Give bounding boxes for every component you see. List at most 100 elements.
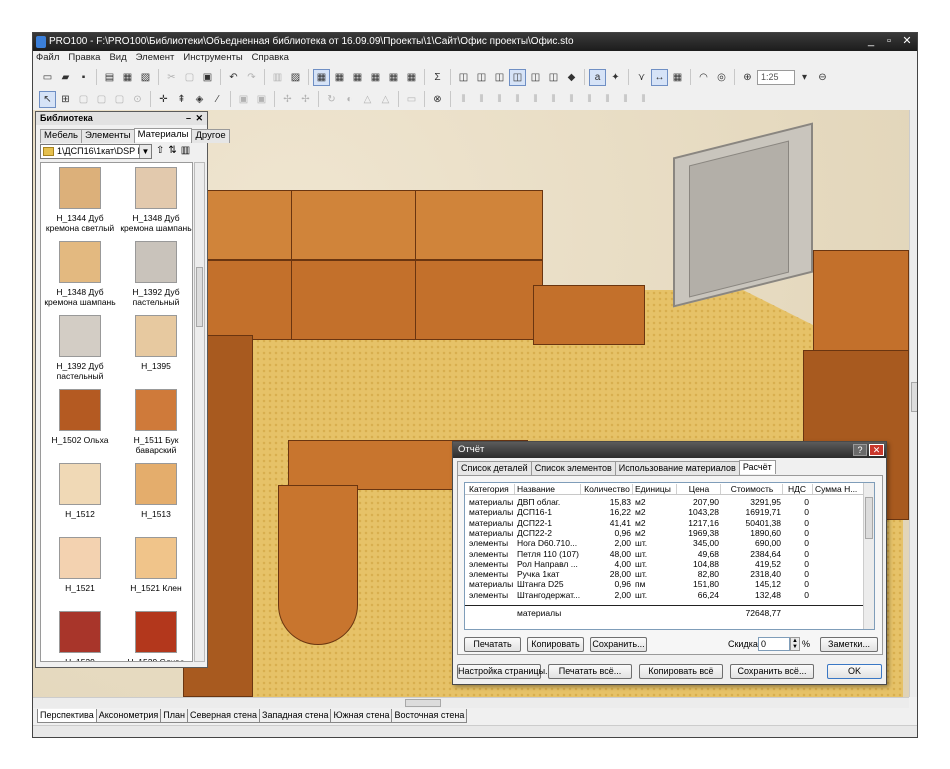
- column-header[interactable]: Сумма Н...: [815, 483, 859, 495]
- align-6-icon[interactable]: ⫴: [545, 91, 562, 108]
- align-9-icon[interactable]: ⫴: [599, 91, 616, 108]
- labels-icon[interactable]: a: [589, 68, 606, 86]
- tab-materials-usage[interactable]: Использование материалов: [614, 461, 740, 475]
- table-scrollbar[interactable]: [863, 483, 874, 629]
- tab-elements[interactable]: Элементы: [81, 129, 135, 143]
- material-item[interactable]: H_1529 Слива: [119, 611, 192, 661]
- light-bulb-icon[interactable]: ✦: [607, 69, 624, 86]
- tab-perspective[interactable]: Перспектива: [37, 709, 97, 723]
- material-item[interactable]: H_1513: [119, 463, 192, 519]
- render-2-icon[interactable]: ◫: [473, 69, 490, 86]
- new-file-icon[interactable]: ▭: [39, 69, 56, 86]
- restore-button[interactable]: ▫: [881, 34, 897, 49]
- material-item[interactable]: H_1392 Дуб пастельный: [43, 315, 117, 381]
- material-item[interactable]: H_1502 Ольха: [43, 389, 117, 445]
- library-pin-button[interactable]: –: [186, 112, 191, 125]
- dimension-icon[interactable]: ↔: [651, 68, 668, 86]
- material-item[interactable]: H_1395: [119, 315, 192, 371]
- align-5-icon[interactable]: ⫴: [527, 91, 544, 108]
- paint-icon[interactable]: ◈: [191, 91, 208, 108]
- align-3-icon[interactable]: ⫴: [491, 91, 508, 108]
- align-11-icon[interactable]: ⫴: [635, 91, 652, 108]
- render-6-icon[interactable]: ◫: [545, 69, 562, 86]
- tool-13-icon[interactable]: ✢: [279, 91, 296, 108]
- material-item[interactable]: H_1348 Дуб кремона шампань: [119, 167, 192, 233]
- move-icon[interactable]: ✛: [155, 91, 172, 108]
- preview-icon[interactable]: ▤: [101, 69, 118, 86]
- tool-18-icon[interactable]: △: [377, 91, 394, 108]
- align-2-icon[interactable]: ⫴: [473, 91, 490, 108]
- tab-materials[interactable]: Материалы: [133, 128, 193, 142]
- lift-icon[interactable]: ⇞: [173, 91, 190, 108]
- target-icon[interactable]: ◎: [713, 69, 730, 86]
- redo-icon[interactable]: ↷: [243, 69, 260, 86]
- tab-east-wall[interactable]: Восточная стена: [391, 709, 468, 723]
- minimize-button[interactable]: _: [863, 34, 879, 49]
- align-4-icon[interactable]: ⫴: [509, 91, 526, 108]
- menu-tools[interactable]: Инструменты: [183, 51, 242, 65]
- column-header[interactable]: Количество: [583, 483, 631, 495]
- tab-axonometry[interactable]: Аксонометрия: [95, 709, 162, 723]
- tab-furniture[interactable]: Мебель: [40, 129, 82, 143]
- zoom-out-icon[interactable]: ⊖: [814, 69, 831, 86]
- options-icon[interactable]: ▨: [287, 69, 304, 86]
- view-mode-3-icon[interactable]: ▦: [349, 69, 366, 86]
- print-icon[interactable]: ▦: [119, 69, 136, 86]
- view-mode-6-icon[interactable]: ▦: [403, 69, 420, 86]
- material-item[interactable]: H_1511 Бук баварский: [119, 389, 192, 455]
- render-4-icon[interactable]: ◫: [509, 68, 526, 86]
- rotate-icon[interactable]: ◠: [695, 69, 712, 86]
- tab-north-wall[interactable]: Северная стена: [186, 709, 261, 723]
- notes-button[interactable]: Заметки...: [820, 637, 878, 652]
- tab-south-wall[interactable]: Южная стена: [330, 709, 393, 723]
- tab-parts-list[interactable]: Список деталей: [457, 461, 532, 475]
- view-list-icon[interactable]: ▥: [181, 145, 190, 156]
- material-item[interactable]: H_1348 Дуб кремона шампань: [43, 241, 117, 307]
- tab-calculation[interactable]: Расчёт: [738, 460, 776, 474]
- view-mode-4-icon[interactable]: ▦: [367, 69, 384, 86]
- align-7-icon[interactable]: ⫴: [563, 91, 580, 108]
- pipette-icon[interactable]: ⁄: [209, 91, 226, 108]
- print-preview-icon[interactable]: ▧: [137, 69, 154, 86]
- tool-12-icon[interactable]: ▣: [253, 91, 270, 108]
- menu-edit[interactable]: Правка: [68, 51, 100, 65]
- material-item[interactable]: H_1512: [43, 463, 117, 519]
- tool-11-icon[interactable]: ▣: [235, 91, 252, 108]
- close-button[interactable]: ✕: [899, 34, 915, 49]
- column-header[interactable]: Стоимость: [723, 483, 781, 495]
- render-5-icon[interactable]: ◫: [527, 69, 544, 86]
- column-header[interactable]: Название: [517, 483, 581, 495]
- sort-icon[interactable]: ⇅: [168, 145, 176, 156]
- magnet-icon[interactable]: ⋎: [633, 69, 650, 86]
- print-all-button[interactable]: Печатать всё...: [548, 664, 632, 679]
- print-button[interactable]: Печатать: [464, 637, 521, 652]
- tab-other[interactable]: Другое: [191, 129, 230, 143]
- material-item[interactable]: H_1521: [43, 537, 117, 593]
- render-7-icon[interactable]: ◆: [563, 69, 580, 86]
- render-3-icon[interactable]: ◫: [491, 69, 508, 86]
- tab-plan[interactable]: План: [160, 709, 188, 723]
- align-8-icon[interactable]: ⫴: [581, 91, 598, 108]
- chevron-down-icon[interactable]: ▼: [139, 145, 151, 158]
- view-mode-5-icon[interactable]: ▦: [385, 69, 402, 86]
- material-item[interactable]: H_1392 Дуб пастельный: [119, 241, 192, 307]
- pointer-icon[interactable]: ↖: [39, 90, 56, 108]
- tool-5-icon[interactable]: ▢: [111, 91, 128, 108]
- tool-19-icon[interactable]: ▭: [403, 91, 420, 108]
- tool-20-icon[interactable]: ⊗: [429, 91, 446, 108]
- grid-icon[interactable]: ▦: [669, 69, 686, 86]
- viewport-vertical-scrollbar[interactable]: [909, 110, 917, 697]
- tool-16-icon[interactable]: ◐: [341, 91, 358, 108]
- library-scrollbar[interactable]: [194, 162, 205, 662]
- save-all-button[interactable]: Сохранить всё...: [730, 664, 814, 679]
- material-item[interactable]: H_1344 Дуб кремона светлый: [43, 167, 117, 233]
- viewport-horizontal-scrollbar[interactable]: [33, 697, 909, 708]
- undo-icon[interactable]: ↶: [225, 69, 242, 86]
- library-close-button[interactable]: ✕: [195, 112, 203, 125]
- menu-view[interactable]: Вид: [109, 51, 126, 65]
- column-header[interactable]: Единицы: [635, 483, 677, 495]
- dialog-close-button[interactable]: ✕: [869, 444, 884, 456]
- properties-icon[interactable]: ▥: [269, 69, 286, 86]
- view-mode-1-icon[interactable]: ▦: [313, 68, 330, 86]
- library-path-select[interactable]: 1\ДСП16\1кат\DSP Egger ▼: [40, 144, 152, 159]
